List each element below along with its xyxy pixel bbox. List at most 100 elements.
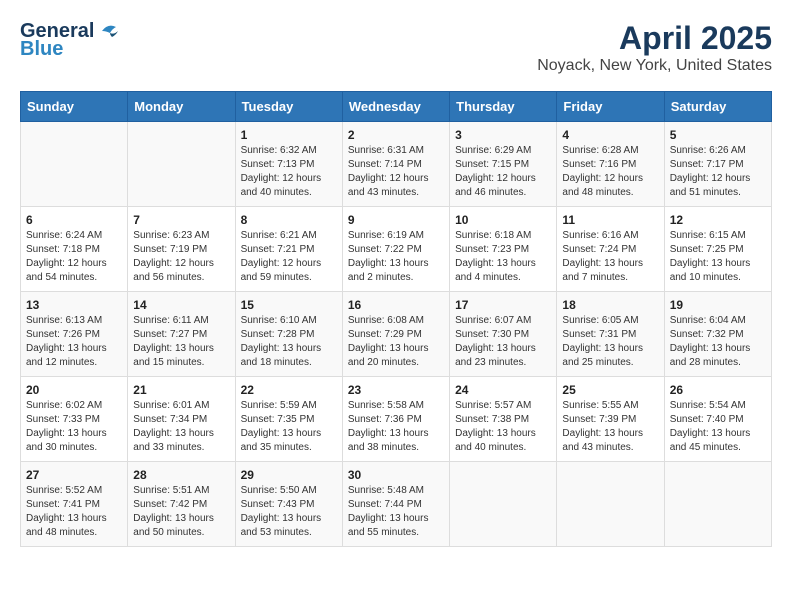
calendar-cell <box>557 462 664 547</box>
day-number: 30 <box>348 468 444 482</box>
calendar-cell: 12 Sunrise: 6:15 AM Sunset: 7:25 PM Dayli… <box>664 207 771 292</box>
calendar-cell: 5Sunrise: 6:26 AM Sunset: 7:17 PM Daylig… <box>664 122 771 207</box>
calendar-cell: 13 Sunrise: 6:13 AM Sunset: 7:26 PM Dayli… <box>21 292 128 377</box>
cell-info: Sunrise: 6:01 AM Sunset: 7:34 PM Dayligh… <box>133 399 229 455</box>
week-row-1: 1Sunrise: 6:32 AM Sunset: 7:13 PM Daylig… <box>21 122 772 207</box>
cell-info: Sunrise: 6:18 AM Sunset: 7:23 PM Dayligh… <box>455 229 551 285</box>
calendar-cell: 16 Sunrise: 6:08 AM Sunset: 7:29 PM Dayli… <box>342 292 449 377</box>
cell-info: Sunrise: 5:54 AM Sunset: 7:40 PM Dayligh… <box>670 399 766 455</box>
calendar-cell: 30 Sunrise: 5:48 AM Sunset: 7:44 PM Dayli… <box>342 462 449 547</box>
header-sunday: Sunday <box>21 92 128 122</box>
cell-info: Sunrise: 6:29 AM Sunset: 7:15 PM Dayligh… <box>455 144 551 200</box>
cell-info: Sunrise: 5:48 AM Sunset: 7:44 PM Dayligh… <box>348 484 444 540</box>
cell-info: Sunrise: 6:15 AM Sunset: 7:25 PM Dayligh… <box>670 229 766 285</box>
cell-info: Sunrise: 5:50 AM Sunset: 7:43 PM Dayligh… <box>241 484 337 540</box>
cell-info: Sunrise: 5:57 AM Sunset: 7:38 PM Dayligh… <box>455 399 551 455</box>
calendar-cell: 7Sunrise: 6:23 AM Sunset: 7:19 PM Daylig… <box>128 207 235 292</box>
calendar-cell <box>664 462 771 547</box>
week-row-5: 27Sunrise: 5:52 AM Sunset: 7:41 PM Dayli… <box>21 462 772 547</box>
day-number: 29 <box>241 468 337 482</box>
page-header: General Blue April 2025 Noyack, New York… <box>20 20 772 75</box>
day-number: 15 <box>241 298 337 312</box>
day-number: 28 <box>133 468 229 482</box>
cell-info: Sunrise: 5:55 AM Sunset: 7:39 PM Dayligh… <box>562 399 658 455</box>
day-number: 14 <box>133 298 229 312</box>
day-number: 8 <box>241 213 337 227</box>
week-row-3: 13 Sunrise: 6:13 AM Sunset: 7:26 PM Dayli… <box>21 292 772 377</box>
day-number: 17 <box>455 298 551 312</box>
cell-info: Sunrise: 6:21 AM Sunset: 7:21 PM Dayligh… <box>241 229 337 285</box>
calendar-cell: 14 Sunrise: 6:11 AM Sunset: 7:27 PM Dayli… <box>128 292 235 377</box>
day-number: 26 <box>670 383 766 397</box>
calendar-subtitle: Noyack, New York, United States <box>537 57 772 75</box>
day-number: 24 <box>455 383 551 397</box>
calendar-cell: 27Sunrise: 5:52 AM Sunset: 7:41 PM Dayli… <box>21 462 128 547</box>
cell-info: Sunrise: 6:16 AM Sunset: 7:24 PM Dayligh… <box>562 229 658 285</box>
day-number: 10 <box>455 213 551 227</box>
calendar-cell: 4 Sunrise: 6:28 AM Sunset: 7:16 PM Daylig… <box>557 122 664 207</box>
calendar-cell: 22 Sunrise: 5:59 AM Sunset: 7:35 PM Dayli… <box>235 377 342 462</box>
header-monday: Monday <box>128 92 235 122</box>
calendar-cell: 15 Sunrise: 6:10 AM Sunset: 7:28 PM Dayli… <box>235 292 342 377</box>
cell-info: Sunrise: 5:51 AM Sunset: 7:42 PM Dayligh… <box>133 484 229 540</box>
cell-info: Sunrise: 6:32 AM Sunset: 7:13 PM Dayligh… <box>241 144 337 200</box>
cell-info: Sunrise: 6:02 AM Sunset: 7:33 PM Dayligh… <box>26 399 122 455</box>
day-number: 20 <box>26 383 122 397</box>
calendar-cell: 9 Sunrise: 6:19 AM Sunset: 7:22 PM Daylig… <box>342 207 449 292</box>
calendar-cell <box>128 122 235 207</box>
cell-info: Sunrise: 6:04 AM Sunset: 7:32 PM Dayligh… <box>670 314 766 370</box>
logo-blue: Blue <box>20 38 120 60</box>
day-number: 18 <box>562 298 658 312</box>
calendar-cell: 23 Sunrise: 5:58 AM Sunset: 7:36 PM Dayli… <box>342 377 449 462</box>
cell-info: Sunrise: 6:10 AM Sunset: 7:28 PM Dayligh… <box>241 314 337 370</box>
cell-info: Sunrise: 6:24 AM Sunset: 7:18 PM Dayligh… <box>26 229 122 285</box>
day-number: 16 <box>348 298 444 312</box>
day-number: 13 <box>26 298 122 312</box>
cell-info: Sunrise: 6:11 AM Sunset: 7:27 PM Dayligh… <box>133 314 229 370</box>
calendar-cell <box>21 122 128 207</box>
day-number: 25 <box>562 383 658 397</box>
calendar-cell: 10 Sunrise: 6:18 AM Sunset: 7:23 PM Dayli… <box>450 207 557 292</box>
cell-info: Sunrise: 6:28 AM Sunset: 7:16 PM Dayligh… <box>562 144 658 200</box>
calendar-cell: 24 Sunrise: 5:57 AM Sunset: 7:38 PM Dayli… <box>450 377 557 462</box>
header-row: SundayMondayTuesdayWednesdayThursdayFrid… <box>21 92 772 122</box>
header-friday: Friday <box>557 92 664 122</box>
day-number: 23 <box>348 383 444 397</box>
day-number: 4 <box>562 128 658 142</box>
cell-info: Sunrise: 6:13 AM Sunset: 7:26 PM Dayligh… <box>26 314 122 370</box>
day-number: 12 <box>670 213 766 227</box>
calendar-cell: 25 Sunrise: 5:55 AM Sunset: 7:39 PM Dayli… <box>557 377 664 462</box>
logo: General Blue <box>20 20 120 60</box>
calendar-cell: 3Sunrise: 6:29 AM Sunset: 7:15 PM Daylig… <box>450 122 557 207</box>
calendar-cell <box>450 462 557 547</box>
day-number: 22 <box>241 383 337 397</box>
calendar-cell: 19 Sunrise: 6:04 AM Sunset: 7:32 PM Dayli… <box>664 292 771 377</box>
calendar-cell: 1Sunrise: 6:32 AM Sunset: 7:13 PM Daylig… <box>235 122 342 207</box>
cell-info: Sunrise: 6:08 AM Sunset: 7:29 PM Dayligh… <box>348 314 444 370</box>
header-thursday: Thursday <box>450 92 557 122</box>
day-number: 19 <box>670 298 766 312</box>
cell-info: Sunrise: 5:58 AM Sunset: 7:36 PM Dayligh… <box>348 399 444 455</box>
calendar-cell: 21Sunrise: 6:01 AM Sunset: 7:34 PM Dayli… <box>128 377 235 462</box>
cell-info: Sunrise: 6:31 AM Sunset: 7:14 PM Dayligh… <box>348 144 444 200</box>
cell-info: Sunrise: 5:59 AM Sunset: 7:35 PM Dayligh… <box>241 399 337 455</box>
header-saturday: Saturday <box>664 92 771 122</box>
calendar-cell: 2Sunrise: 6:31 AM Sunset: 7:14 PM Daylig… <box>342 122 449 207</box>
week-row-4: 20 Sunrise: 6:02 AM Sunset: 7:33 PM Dayli… <box>21 377 772 462</box>
calendar-cell: 26 Sunrise: 5:54 AM Sunset: 7:40 PM Dayli… <box>664 377 771 462</box>
day-number: 9 <box>348 213 444 227</box>
day-number: 11 <box>562 213 658 227</box>
calendar-cell: 11 Sunrise: 6:16 AM Sunset: 7:24 PM Dayli… <box>557 207 664 292</box>
cell-info: Sunrise: 6:19 AM Sunset: 7:22 PM Dayligh… <box>348 229 444 285</box>
header-tuesday: Tuesday <box>235 92 342 122</box>
calendar-cell: 6 Sunrise: 6:24 AM Sunset: 7:18 PM Daylig… <box>21 207 128 292</box>
calendar-cell: 29 Sunrise: 5:50 AM Sunset: 7:43 PM Dayli… <box>235 462 342 547</box>
day-number: 7 <box>133 213 229 227</box>
cell-info: Sunrise: 5:52 AM Sunset: 7:41 PM Dayligh… <box>26 484 122 540</box>
cell-info: Sunrise: 6:07 AM Sunset: 7:30 PM Dayligh… <box>455 314 551 370</box>
calendar-cell: 18Sunrise: 6:05 AM Sunset: 7:31 PM Dayli… <box>557 292 664 377</box>
calendar-title: April 2025 <box>537 20 772 57</box>
cell-info: Sunrise: 6:26 AM Sunset: 7:17 PM Dayligh… <box>670 144 766 200</box>
logo-bird-icon <box>98 23 120 39</box>
day-number: 6 <box>26 213 122 227</box>
